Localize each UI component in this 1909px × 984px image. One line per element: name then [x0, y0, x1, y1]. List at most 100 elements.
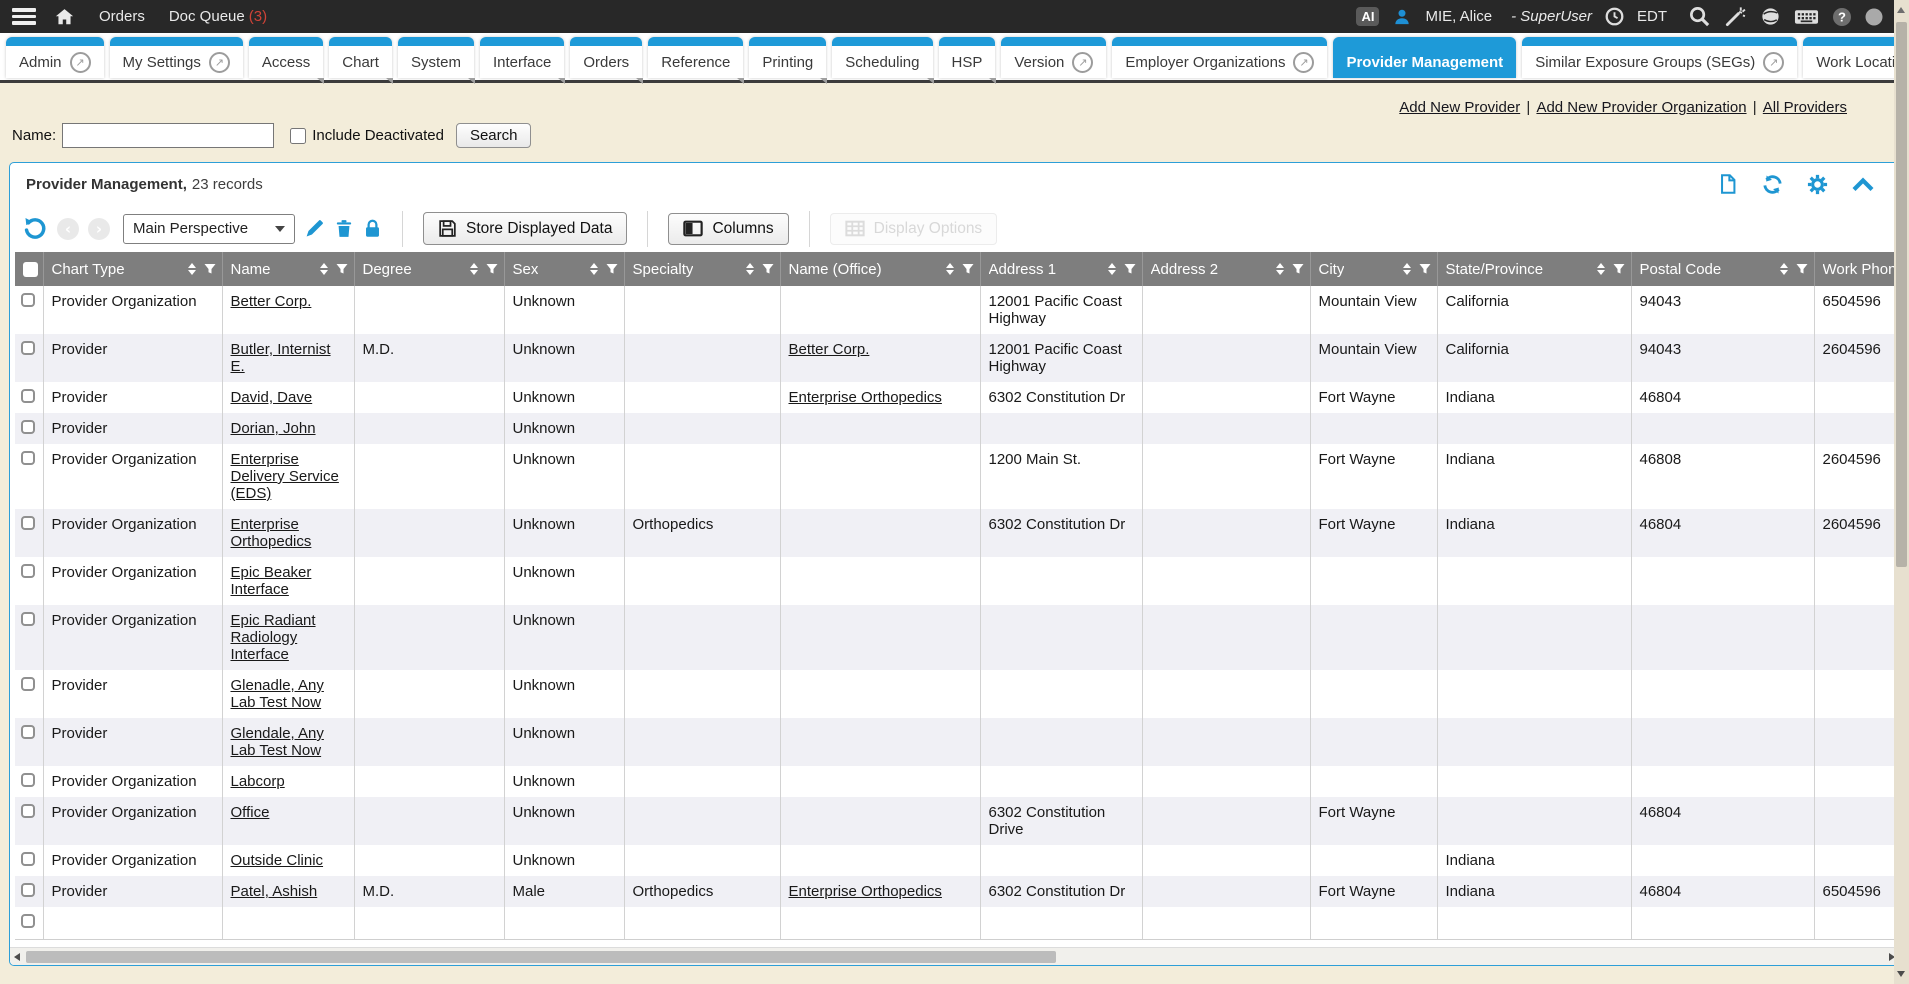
row-checkbox[interactable]: [21, 564, 35, 578]
tab-orders[interactable]: Orders: [570, 37, 642, 78]
tab-scheduling[interactable]: Scheduling: [832, 37, 932, 78]
filter-icon[interactable]: [962, 263, 974, 275]
help-icon[interactable]: ?: [1832, 7, 1852, 27]
sort-icon[interactable]: [470, 263, 478, 275]
search-icon[interactable]: [1688, 5, 1711, 28]
column-header-specialty[interactable]: Specialty: [624, 252, 780, 286]
row-checkbox[interactable]: [21, 725, 35, 739]
filter-icon[interactable]: [336, 263, 348, 275]
provider-link[interactable]: Office: [231, 804, 270, 821]
hamburger-menu-icon[interactable]: [12, 8, 36, 25]
row-checkbox[interactable]: [21, 389, 35, 403]
column-header-name[interactable]: Name: [222, 252, 354, 286]
lock-perspective-icon[interactable]: [363, 218, 382, 239]
select-all-checkbox[interactable]: [23, 262, 38, 277]
provider-link[interactable]: Dorian, John: [231, 420, 316, 437]
tab-reference[interactable]: Reference: [648, 37, 743, 78]
sort-icon[interactable]: [1108, 263, 1116, 275]
link-add-new-provider-organization[interactable]: Add New Provider Organization: [1536, 99, 1746, 116]
row-checkbox[interactable]: [21, 451, 35, 465]
sort-icon[interactable]: [746, 263, 754, 275]
column-header-degree[interactable]: Degree: [354, 252, 504, 286]
refresh-icon[interactable]: [1761, 173, 1784, 196]
keyboard-icon[interactable]: [1794, 8, 1819, 26]
tab-system[interactable]: System: [398, 37, 474, 78]
sort-icon[interactable]: [1276, 263, 1284, 275]
sort-icon[interactable]: [1597, 263, 1605, 275]
delete-perspective-icon[interactable]: [334, 218, 354, 239]
home-icon[interactable]: [54, 7, 75, 26]
column-header-state-province[interactable]: State/Province: [1437, 252, 1631, 286]
include-deactivated-checkbox[interactable]: [290, 128, 306, 144]
horizontal-scroll-thumb[interactable]: [26, 951, 1056, 963]
filter-icon[interactable]: [486, 263, 498, 275]
horizontal-scrollbar[interactable]: [10, 947, 1899, 965]
filter-icon[interactable]: [1419, 263, 1431, 275]
filter-icon[interactable]: [1292, 263, 1304, 275]
nav-back-icon[interactable]: ‹: [57, 218, 79, 240]
row-checkbox[interactable]: [21, 883, 35, 897]
office-link[interactable]: Enterprise Orthopedics: [789, 883, 942, 900]
filter-icon[interactable]: [1124, 263, 1136, 275]
row-checkbox[interactable]: [21, 804, 35, 818]
filter-icon[interactable]: [204, 263, 216, 275]
provider-link[interactable]: Epic Radiant Radiology Interface: [231, 612, 316, 663]
scroll-down-arrow[interactable]: [1897, 971, 1905, 977]
provider-link[interactable]: Enterprise Delivery Service (EDS): [231, 451, 339, 502]
sort-icon[interactable]: [320, 263, 328, 275]
link-all-providers[interactable]: All Providers: [1763, 99, 1847, 116]
scroll-up-arrow[interactable]: [1897, 7, 1905, 13]
provider-link[interactable]: Glendale, Any Lab Test Now: [231, 725, 324, 759]
column-header-chart-type[interactable]: Chart Type: [43, 252, 222, 286]
tab-access[interactable]: Access: [249, 37, 323, 78]
link-add-new-provider[interactable]: Add New Provider: [1399, 99, 1520, 116]
tab-interface[interactable]: Interface: [480, 37, 564, 78]
row-checkbox[interactable]: [21, 852, 35, 866]
column-header-city[interactable]: City: [1310, 252, 1437, 286]
sort-icon[interactable]: [188, 263, 196, 275]
gear-icon[interactable]: [1806, 173, 1829, 196]
column-header-name-office[interactable]: Name (Office): [780, 252, 980, 286]
tab-printing[interactable]: Printing: [749, 37, 826, 78]
column-header-address-2[interactable]: Address 2: [1142, 252, 1310, 286]
filter-icon[interactable]: [762, 263, 774, 275]
tab-version[interactable]: Version↗: [1001, 37, 1106, 78]
row-checkbox[interactable]: [21, 914, 35, 928]
ai-badge[interactable]: AI: [1356, 7, 1379, 27]
filter-icon[interactable]: [606, 263, 618, 275]
column-header-sex[interactable]: Sex: [504, 252, 624, 286]
store-displayed-data-button[interactable]: Store Displayed Data: [423, 212, 627, 245]
tab-employer-organizations[interactable]: Employer Organizations↗: [1112, 37, 1327, 78]
new-document-icon[interactable]: [1717, 173, 1739, 195]
collapse-panel-icon[interactable]: [1851, 177, 1875, 192]
sort-icon[interactable]: [1780, 263, 1788, 275]
filter-icon[interactable]: [1796, 263, 1808, 275]
tab-chart[interactable]: Chart: [329, 37, 392, 78]
provider-link[interactable]: Better Corp.: [231, 293, 312, 310]
columns-button[interactable]: Columns: [668, 213, 788, 245]
provider-link[interactable]: Enterprise Orthopedics: [231, 516, 312, 550]
row-checkbox[interactable]: [21, 516, 35, 530]
menu-item-doc-queue[interactable]: Doc Queue(3): [169, 8, 267, 25]
tab-similar-exposure-groups-segs[interactable]: Similar Exposure Groups (SEGs)↗: [1522, 37, 1797, 78]
name-input[interactable]: [62, 123, 274, 148]
sort-icon[interactable]: [1403, 263, 1411, 275]
vertical-scroll-thumb[interactable]: [1896, 22, 1907, 567]
perspective-select[interactable]: Main Perspective: [123, 214, 295, 244]
tab-my-settings[interactable]: My Settings↗: [110, 37, 243, 78]
sort-icon[interactable]: [946, 263, 954, 275]
wand-icon[interactable]: [1724, 5, 1747, 28]
menu-item-orders[interactable]: Orders: [99, 8, 145, 25]
provider-link[interactable]: Patel, Ashish: [231, 883, 318, 900]
row-checkbox[interactable]: [21, 677, 35, 691]
nav-forward-icon[interactable]: ›: [88, 218, 110, 240]
vertical-scrollbar[interactable]: [1894, 0, 1909, 984]
office-link[interactable]: Enterprise Orthopedics: [789, 389, 942, 406]
row-checkbox[interactable]: [21, 420, 35, 434]
provider-link[interactable]: Epic Beaker Interface: [231, 564, 312, 598]
column-header-work-phone[interactable]: Work Phone: [1814, 252, 1899, 286]
provider-link[interactable]: David, Dave: [231, 389, 313, 406]
row-checkbox[interactable]: [21, 773, 35, 787]
filter-icon[interactable]: [1613, 263, 1625, 275]
provider-link[interactable]: Butler, Internist E.: [231, 341, 331, 375]
